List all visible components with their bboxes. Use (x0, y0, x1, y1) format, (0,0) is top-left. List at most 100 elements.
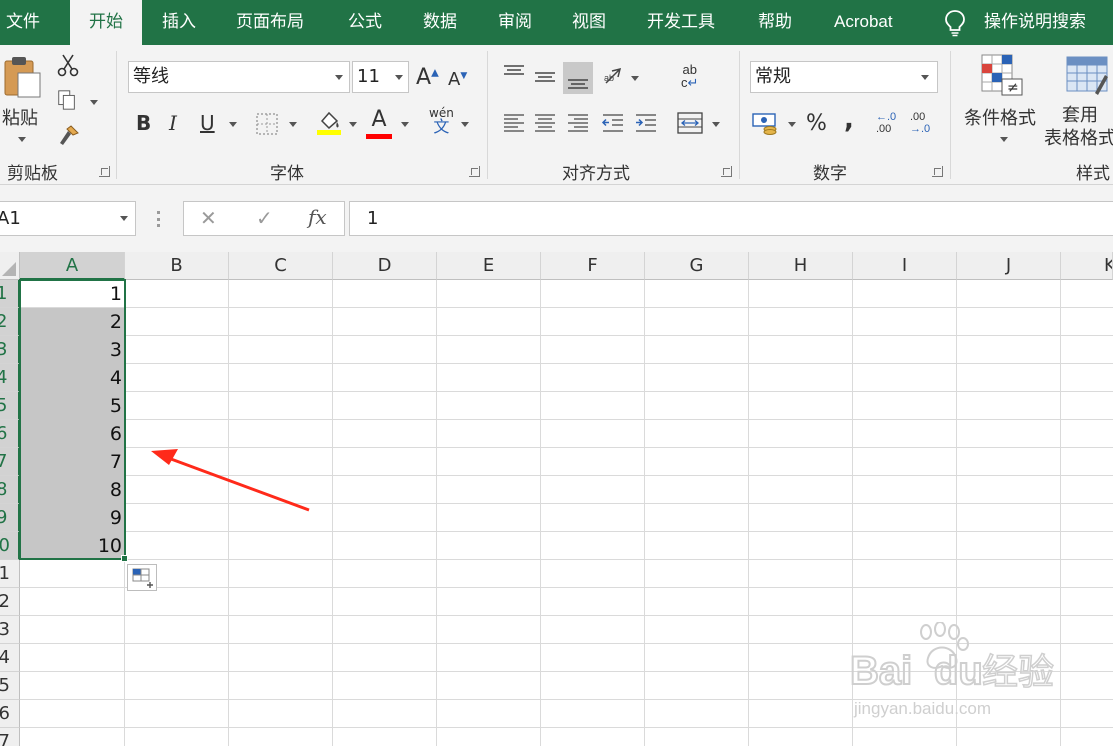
paste-button[interactable]: 粘贴 (2, 104, 38, 130)
select-all-corner[interactable] (0, 252, 20, 280)
bold-button[interactable]: B (136, 111, 151, 135)
clipboard-dialog-launcher-icon[interactable] (99, 166, 110, 177)
row-header-5[interactable]: 5 (0, 392, 20, 420)
quick-analysis-button[interactable] (127, 564, 157, 591)
column-header-g[interactable]: G (645, 252, 749, 280)
number-format-select[interactable]: 常规 (750, 61, 938, 93)
align-top-icon[interactable] (502, 63, 526, 87)
tab-insert[interactable]: 插入 (162, 0, 196, 45)
comma-style-button[interactable]: , (844, 105, 854, 135)
align-bottom-button[interactable] (563, 62, 593, 94)
wrap-text-button[interactable]: ab c↵ (681, 63, 698, 89)
percent-style-button[interactable]: % (806, 111, 827, 136)
tab-review[interactable]: 审阅 (498, 0, 532, 45)
tab-view[interactable]: 视图 (572, 0, 606, 45)
font-dialog-launcher-icon[interactable] (469, 166, 480, 177)
underline-dropdown-icon[interactable] (229, 122, 237, 127)
underline-button[interactable]: U (200, 111, 215, 135)
tab-data[interactable]: 数据 (423, 0, 457, 45)
row-header-2[interactable]: 2 (0, 308, 20, 336)
orientation-dropdown-icon[interactable] (631, 76, 639, 81)
tab-developer[interactable]: 开发工具 (647, 0, 715, 45)
fill-color-icon[interactable] (316, 109, 342, 135)
fill-color-dropdown-icon[interactable] (349, 122, 357, 127)
row-header-13[interactable]: 13 (0, 616, 20, 644)
increase-decimal-button[interactable]: ←.0 .00 (876, 111, 896, 135)
row-header-14[interactable]: 14 (0, 644, 20, 672)
decrease-decimal-button[interactable]: .00 →.0 (910, 111, 930, 135)
paste-icon[interactable] (2, 55, 42, 99)
align-left-icon[interactable] (502, 156, 526, 180)
tell-me-search[interactable]: 操作说明搜索 (984, 0, 1086, 45)
row-header-7[interactable]: 7 (0, 448, 20, 476)
align-center-icon[interactable] (533, 111, 557, 135)
align-left-icon[interactable] (502, 111, 526, 135)
number-dialog-launcher-icon[interactable] (932, 166, 943, 177)
column-header-b[interactable]: B (125, 252, 229, 280)
enter-button[interactable]: ✓ (256, 206, 273, 230)
align-middle-icon[interactable] (533, 65, 557, 89)
paste-dropdown-icon[interactable] (18, 137, 26, 142)
alignment-dialog-launcher-icon[interactable] (721, 166, 732, 177)
copy-dropdown-icon[interactable] (90, 100, 98, 105)
tab-formulas[interactable]: 公式 (348, 0, 382, 45)
lightbulb-icon[interactable] (944, 9, 966, 37)
format-as-table-button[interactable]: 套用 表格格式 (1044, 104, 1113, 150)
tab-help[interactable]: 帮助 (758, 0, 792, 45)
increase-indent-icon[interactable] (634, 111, 658, 135)
row-header-17[interactable]: 17 (0, 728, 20, 746)
font-color-button[interactable]: A (366, 107, 392, 139)
align-right-icon[interactable] (566, 111, 590, 135)
merge-dropdown-icon[interactable] (712, 122, 720, 127)
row-header-1[interactable]: 1 (0, 280, 20, 308)
tab-acrobat[interactable]: Acrobat (834, 0, 893, 45)
column-header-k[interactable]: K (1061, 252, 1113, 280)
borders-dropdown-icon[interactable] (289, 122, 297, 127)
formula-input[interactable]: 1 (349, 201, 1113, 236)
conditional-formatting-icon[interactable]: ≠ (980, 53, 1024, 97)
decrease-font-size-button[interactable]: A▼ (448, 69, 467, 90)
phonetic-guide-button[interactable]: wén 文 (429, 107, 454, 135)
format-painter-icon[interactable] (57, 123, 81, 147)
font-name-select[interactable]: 等线 (128, 61, 350, 93)
column-header-c[interactable]: C (229, 252, 333, 280)
row-header-15[interactable]: 15 (0, 672, 20, 700)
row-header-11[interactable]: 11 (0, 560, 20, 588)
row-header-10[interactable]: 10 (0, 532, 20, 560)
accounting-format-icon[interactable] (752, 111, 780, 137)
merge-center-icon[interactable] (677, 111, 703, 135)
row-header-8[interactable]: 8 (0, 476, 20, 504)
font-color-dropdown-icon[interactable] (401, 122, 409, 127)
cut-icon[interactable] (56, 53, 80, 77)
row-header-12[interactable]: 12 (0, 588, 20, 616)
column-header-f[interactable]: F (541, 252, 645, 280)
column-header-i[interactable]: I (853, 252, 957, 280)
tab-file[interactable]: 文件 (6, 0, 40, 45)
tab-page-layout[interactable]: 页面布局 (236, 0, 304, 45)
row-header-4[interactable]: 4 (0, 364, 20, 392)
conditional-formatting-button[interactable]: 条件格式 (964, 104, 1036, 130)
formula-bar-grip[interactable] (157, 211, 160, 227)
copy-icon[interactable] (56, 89, 78, 111)
conditional-formatting-dropdown-icon[interactable] (1000, 137, 1008, 142)
font-size-select[interactable]: 11 (352, 61, 409, 93)
italic-button[interactable]: I (169, 111, 177, 135)
decrease-indent-icon[interactable] (601, 111, 625, 135)
orientation-icon[interactable]: ab (602, 65, 626, 89)
tab-home[interactable]: 开始 (70, 0, 142, 45)
row-header-6[interactable]: 6 (0, 420, 20, 448)
fill-handle[interactable] (121, 555, 128, 562)
accounting-dropdown-icon[interactable] (788, 122, 796, 127)
column-header-e[interactable]: E (437, 252, 541, 280)
row-header-16[interactable]: 16 (0, 700, 20, 728)
format-as-table-icon[interactable] (1065, 53, 1109, 97)
column-header-a[interactable]: A (20, 252, 125, 280)
row-header-3[interactable]: 3 (0, 336, 20, 364)
borders-icon[interactable] (256, 113, 278, 135)
phonetic-dropdown-icon[interactable] (461, 122, 469, 127)
column-header-j[interactable]: J (957, 252, 1061, 280)
insert-function-button[interactable]: fx (308, 205, 327, 229)
column-header-d[interactable]: D (333, 252, 437, 280)
column-header-h[interactable]: H (749, 252, 853, 280)
row-header-9[interactable]: 9 (0, 504, 20, 532)
